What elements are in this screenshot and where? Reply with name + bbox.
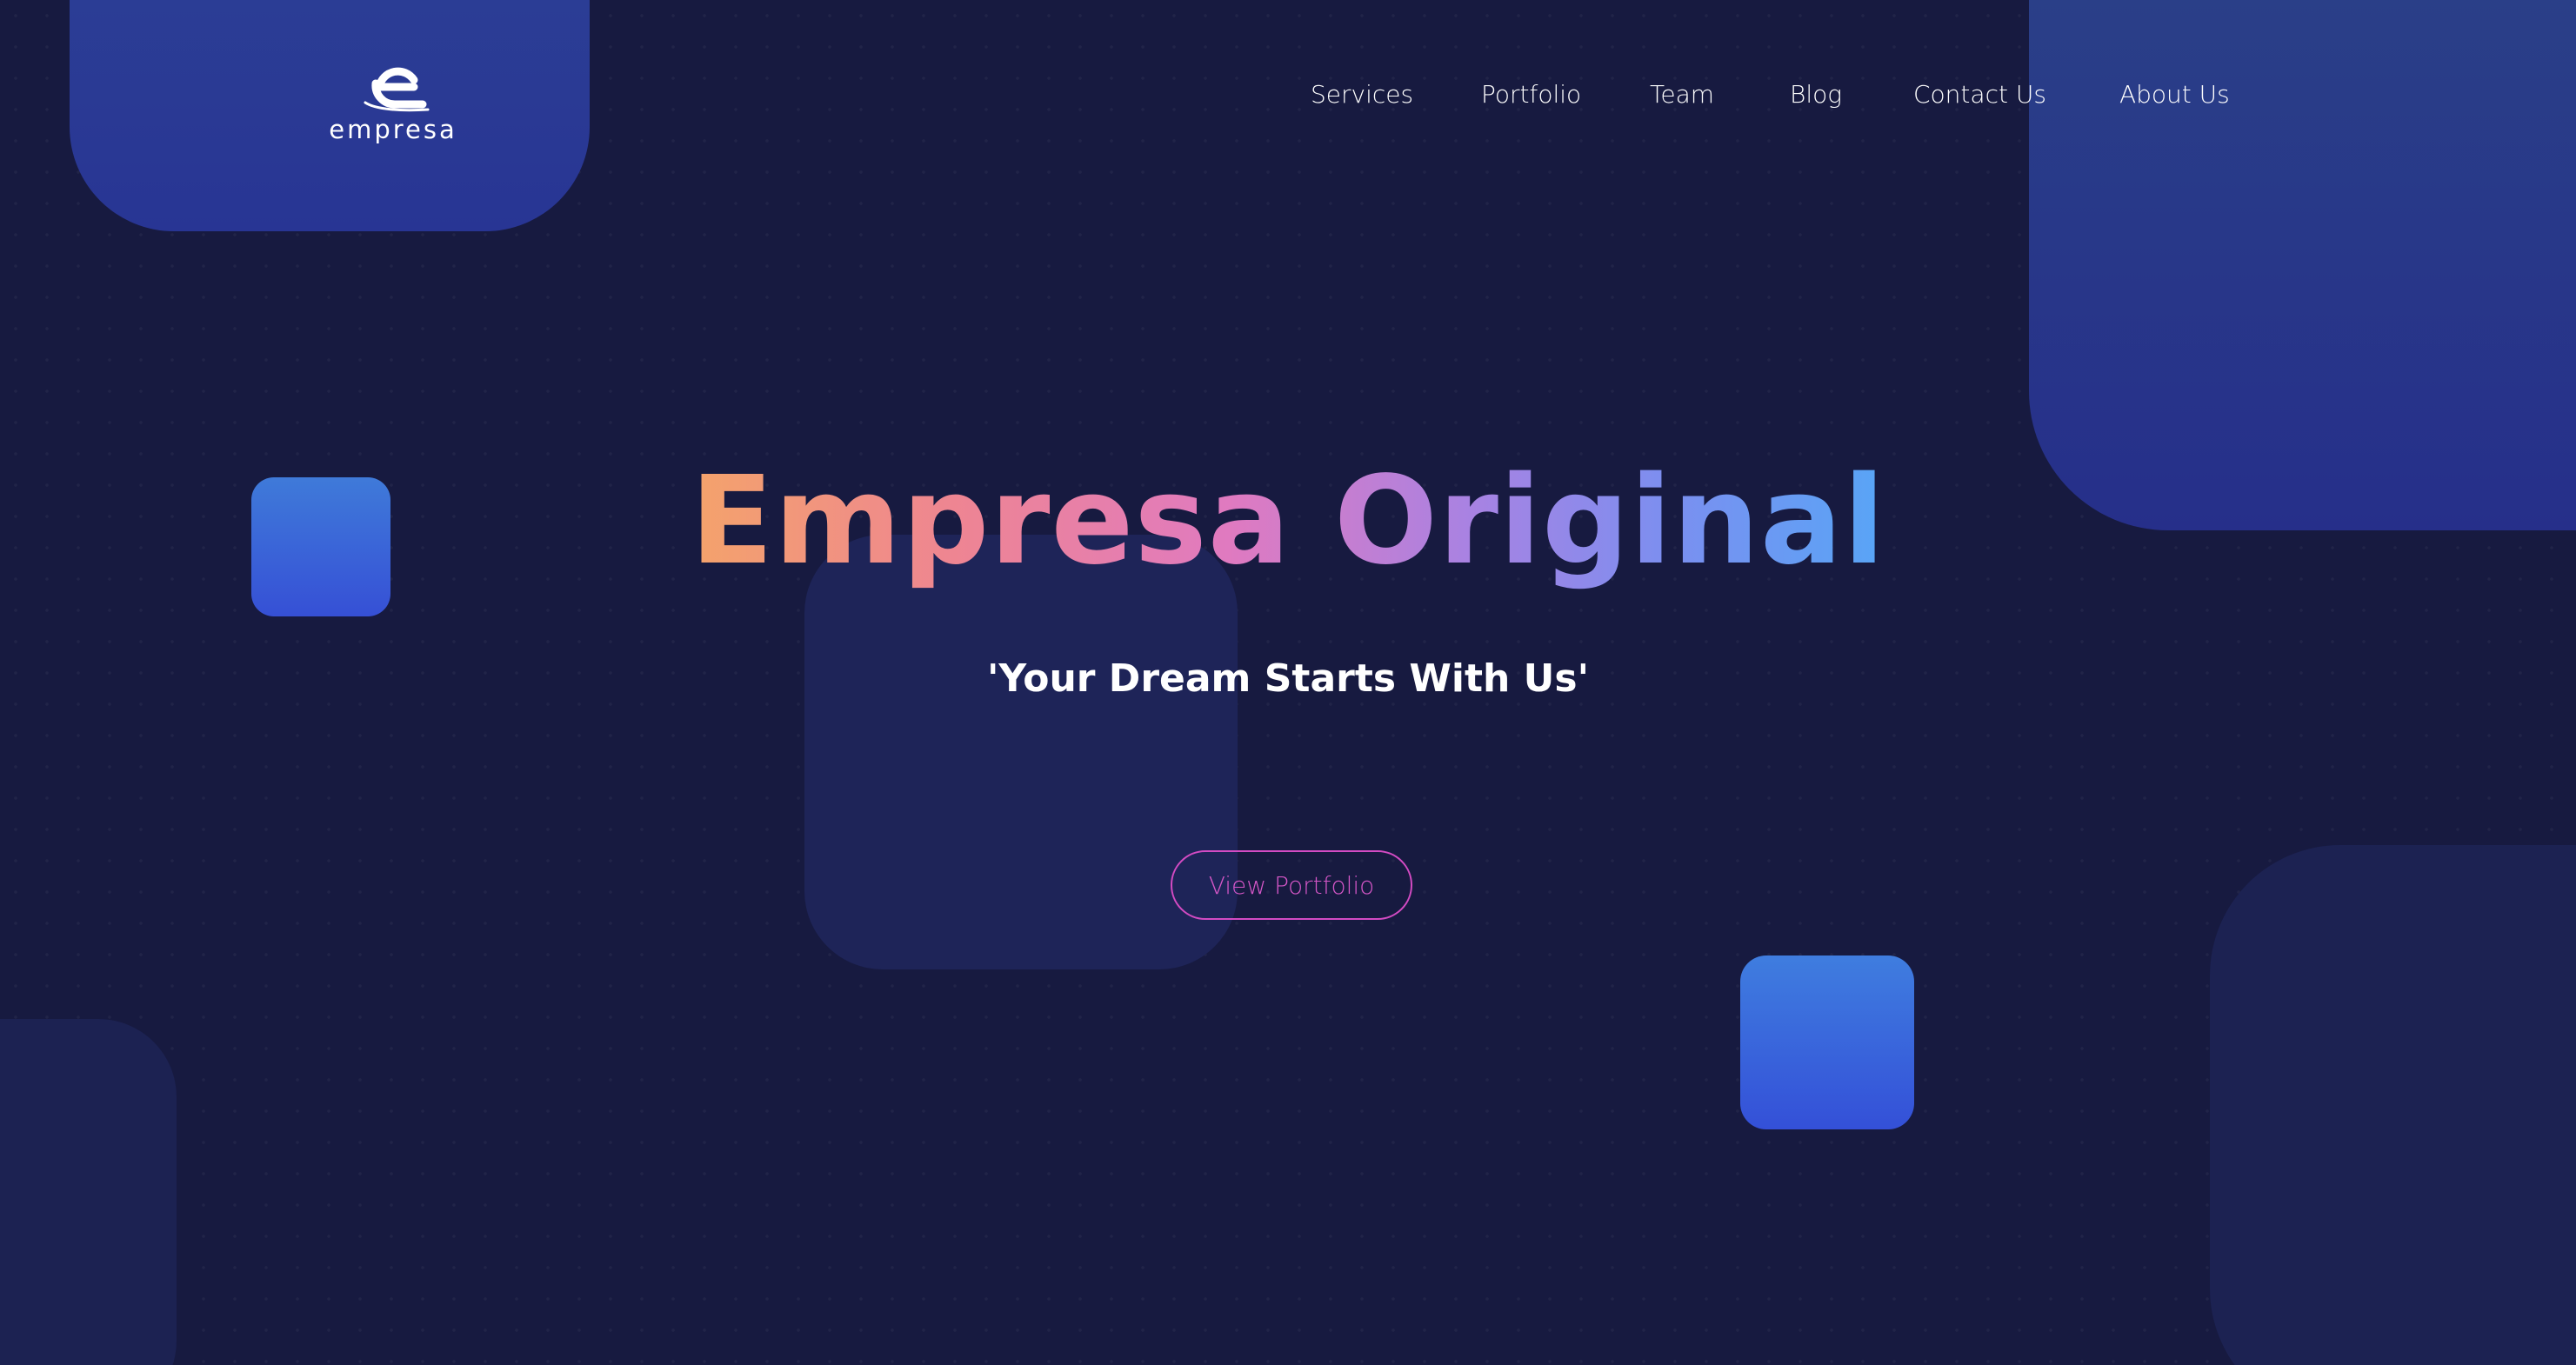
hero-title-text: Empresa Original [690, 450, 1886, 592]
main-nav: Services Portfolio Team Blog Contact Us … [0, 80, 2576, 118]
nav-item-services[interactable]: Services [1311, 80, 1413, 109]
bottom-left-decor-block [0, 1019, 177, 1365]
nav-item-team[interactable]: Team [1650, 80, 1714, 109]
right-decor-square [1740, 956, 1914, 1129]
hero-title: Empresa Original [0, 448, 2576, 596]
hero-subtitle: 'Your Dream Starts With Us' [986, 656, 1590, 701]
nav-item-portfolio[interactable]: Portfolio [1481, 80, 1581, 109]
view-portfolio-button[interactable]: View Portfolio [1171, 850, 1412, 920]
nav-item-contact-us[interactable]: Contact Us [1913, 80, 2046, 109]
landing-page: empresa Services Portfolio Team Blog Con… [0, 0, 2576, 1365]
nav-item-about-us[interactable]: About Us [2119, 80, 2230, 109]
center-decor-square [804, 535, 1238, 969]
nav-item-blog[interactable]: Blog [1790, 80, 1842, 109]
brand-name: empresa [329, 115, 457, 144]
bottom-right-decor-block [2210, 845, 2576, 1365]
